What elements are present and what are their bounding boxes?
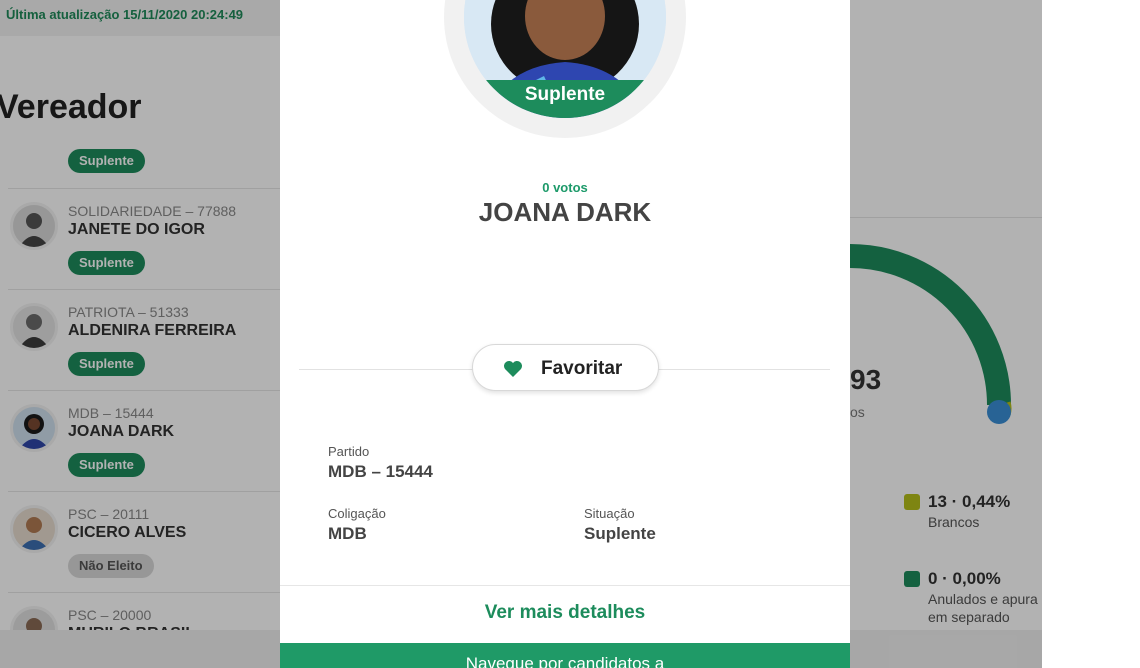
divider (280, 585, 850, 586)
votes-count: 0 votos (542, 180, 588, 195)
favorite-button[interactable]: Favoritar (472, 344, 659, 391)
photo-status-label: Suplente (464, 80, 666, 118)
status-label: Situação (584, 506, 635, 521)
favorite-label: Favoritar (541, 358, 623, 379)
candidate-navigation-bar[interactable]: Navegue por candidatos a (280, 643, 850, 668)
heart-icon (504, 361, 522, 377)
more-details-link[interactable]: Ver mais detalhes (280, 602, 850, 624)
party-value: MDB – 15444 (328, 462, 433, 481)
coalition-label: Coligação (328, 506, 386, 521)
navigation-text: Navegue por candidatos a (465, 654, 665, 668)
party-label: Partido (328, 444, 370, 459)
candidate-photo: Suplente (464, 0, 666, 118)
candidate-name: JOANA DARK (478, 197, 652, 227)
coalition-value: MDB (328, 524, 367, 543)
candidate-modal: Suplente 0 votos JOANA DARK Favoritar Pa… (280, 0, 850, 668)
status-value: Suplente (584, 524, 656, 543)
